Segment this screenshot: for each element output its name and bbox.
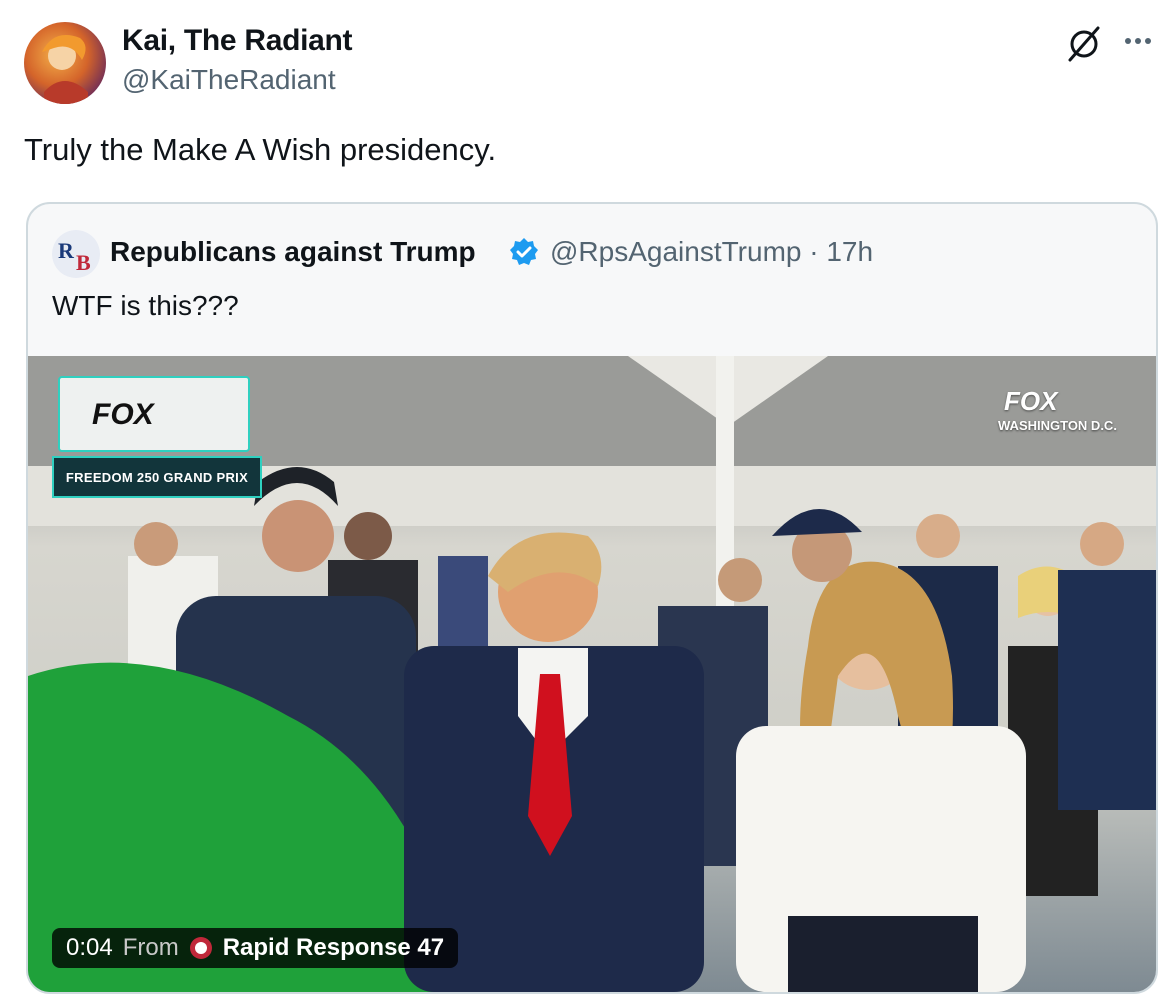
tweet-text: Truly the Make A Wish presidency.: [24, 132, 497, 167]
quoted-author-handle-time[interactable]: @RpsAgainstTrump · 17h: [550, 236, 873, 268]
fox-right-logo-text: FOX: [1004, 386, 1058, 416]
grok-icon[interactable]: [1064, 24, 1104, 64]
source-seal-icon: [189, 937, 212, 959]
more-icon[interactable]: [1120, 26, 1156, 56]
author-avatar[interactable]: [24, 22, 106, 104]
quoted-tweet[interactable]: R B Republicans against Trump @RpsAgains…: [26, 202, 1158, 994]
race-title-banner: FREEDOM 250 GRAND PRIX: [52, 456, 262, 498]
quoted-author-avatar[interactable]: R B: [52, 230, 100, 278]
svg-text:R: R: [58, 238, 75, 263]
author-handle[interactable]: @KaiTheRadiant: [122, 64, 336, 96]
video-player[interactable]: FOX FREEDOM 250 GRAND PRIX FOX WASHINGTO…: [28, 356, 1156, 992]
fox-logo-text: FOX: [92, 398, 154, 431]
video-info-bar: 0:04 From Rapid Response 47: [52, 928, 459, 968]
svg-text:B: B: [76, 250, 91, 275]
broadcast-logo-box: [58, 376, 250, 452]
video-from-label: From: [122, 934, 179, 961]
video-source-name[interactable]: Rapid Response 47: [223, 934, 444, 962]
location-label: WASHINGTON D.C.: [998, 418, 1117, 433]
quoted-author-name[interactable]: Republicans against Trump: [110, 236, 476, 268]
avatar-illustration-icon: [42, 35, 88, 104]
video-timestamp: 0:04: [66, 934, 113, 961]
rb-logo-icon: R B: [52, 230, 100, 278]
author-display-name[interactable]: Kai, The Radiant: [122, 24, 353, 58]
verified-badge-icon: [510, 238, 538, 265]
quoted-tweet-text: WTF is this???: [52, 290, 239, 321]
